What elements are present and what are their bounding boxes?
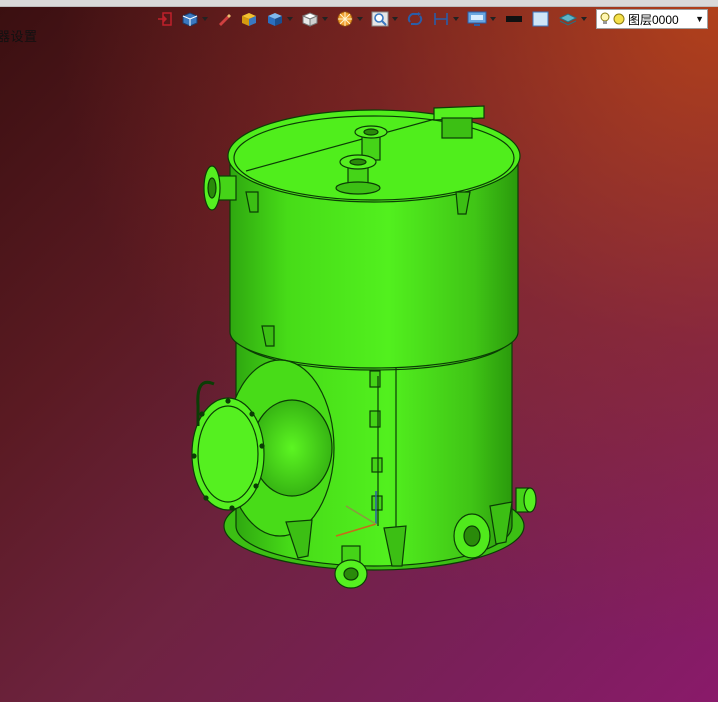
window-top-edge	[0, 0, 718, 7]
white-box-button[interactable]	[298, 9, 331, 29]
display-button[interactable]	[464, 9, 499, 29]
view-cube-button[interactable]	[178, 9, 211, 29]
chevron-down-icon	[357, 17, 363, 21]
view-toolbar: 图层0000 ▼	[154, 8, 708, 30]
chevron-down-icon	[453, 17, 459, 21]
pen-icon	[219, 14, 231, 26]
view-cube-icon	[182, 12, 198, 27]
layers-button[interactable]	[555, 9, 590, 29]
black-rect-button[interactable]	[501, 9, 527, 29]
color-swatch-button[interactable]	[529, 9, 553, 29]
yellow-circle-icon	[613, 13, 625, 25]
exit-icon	[158, 12, 172, 26]
blue-box-button[interactable]	[263, 9, 296, 29]
light-blue-square-icon	[532, 11, 549, 27]
exit-button[interactable]	[154, 9, 176, 29]
right-side-nozzle-2	[515, 487, 537, 513]
shaded-box-button[interactable]	[237, 9, 261, 29]
dropdown-arrow-icon[interactable]: ▼	[695, 14, 704, 24]
chevron-down-icon	[392, 17, 398, 21]
chevron-down-icon	[581, 17, 587, 21]
rotate-button[interactable]	[403, 9, 427, 29]
layer-select[interactable]: 图层0000 ▼	[596, 9, 708, 29]
lightbulb-icon	[600, 12, 610, 24]
black-rect-icon	[506, 16, 522, 22]
chevron-down-icon	[202, 17, 208, 21]
chevron-down-icon	[287, 17, 293, 21]
measure-icon	[434, 13, 448, 25]
vessel-3d-model[interactable]	[186, 96, 546, 596]
manhole	[191, 359, 335, 537]
blue-box-icon	[268, 13, 282, 26]
zoom-button[interactable]	[368, 9, 401, 29]
cad-viewport-model[interactable]	[186, 96, 546, 601]
chevron-down-icon	[322, 17, 328, 21]
zoom-icon	[371, 11, 389, 27]
render-sphere-icon	[337, 11, 353, 27]
white-box-icon	[301, 12, 319, 27]
layers-icon	[558, 13, 578, 26]
render-sphere-button[interactable]	[333, 9, 366, 29]
display-icon	[467, 11, 487, 26]
layer-select-value: 图层0000	[628, 12, 679, 27]
right-side-nozzle-1	[453, 513, 491, 559]
pen-button[interactable]	[213, 9, 235, 29]
measure-button[interactable]	[429, 9, 462, 29]
rotate-icon	[407, 12, 423, 26]
shaded-box-icon	[242, 13, 256, 26]
chevron-down-icon	[490, 17, 496, 21]
settings-label: 器设置	[0, 29, 38, 44]
